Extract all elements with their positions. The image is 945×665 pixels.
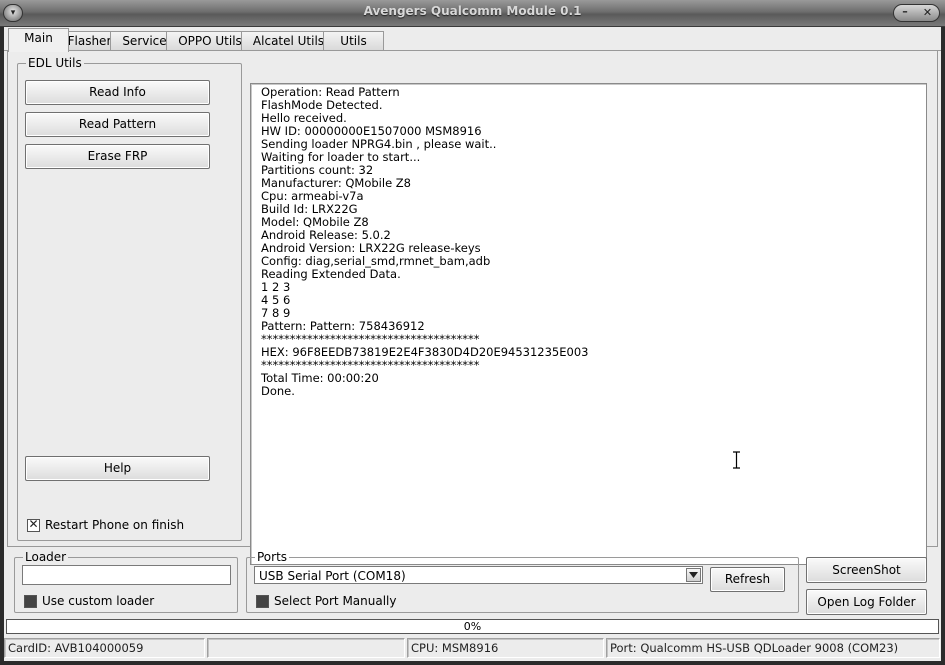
log-output[interactable]: Operation: Read Pattern FlashMode Detecte… — [250, 83, 927, 565]
open-log-folder-button[interactable]: Open Log Folder — [806, 589, 927, 615]
main-tab-panel: EDL Utils Read Info Read Pattern Erase F… — [7, 51, 938, 565]
window-controls: – ✕ — [893, 4, 940, 22]
chevron-down-icon[interactable] — [686, 568, 701, 582]
window-body: Main Flasher Service OPPO Utils Alcatel … — [4, 27, 941, 661]
log-line: Done. — [261, 384, 295, 398]
select-port-manually-checkbox[interactable] — [256, 595, 269, 608]
checkbox-check-icon: ✕ — [28, 517, 39, 531]
window-title: Avengers Qualcomm Module 0.1 — [363, 4, 582, 18]
loader-path-input[interactable] — [22, 565, 231, 585]
screenshot-button[interactable]: ScreenShot — [806, 557, 927, 583]
ports-legend: Ports — [257, 550, 288, 564]
refresh-button[interactable]: Refresh — [710, 567, 785, 592]
port-select-value: USB Serial Port (COM18) — [259, 569, 406, 583]
tab-utils[interactable]: Utils — [323, 31, 384, 51]
title-bar[interactable]: ▾ Avengers Qualcomm Module 0.1 – ✕ — [0, 0, 945, 27]
restart-phone-label[interactable]: Restart Phone on finish — [45, 518, 184, 532]
status-empty-cell — [207, 638, 405, 658]
minimize-icon[interactable]: – — [894, 5, 916, 21]
use-custom-loader-checkbox[interactable] — [24, 595, 37, 608]
read-info-button[interactable]: Read Info — [25, 80, 210, 105]
status-port: Port: Qualcomm HS-USB QDLoader 9008 (COM… — [606, 638, 940, 658]
help-button[interactable]: Help — [25, 456, 210, 481]
loader-legend: Loader — [25, 550, 67, 564]
erase-frp-button[interactable]: Erase FRP — [25, 144, 210, 169]
status-bar: CardID: AVB104000059 CPU: MSM8916 Port: … — [4, 636, 941, 660]
tab-main[interactable]: Main — [8, 28, 69, 52]
restart-phone-checkbox[interactable]: ✕ — [27, 517, 40, 532]
progress-label: 0% — [463, 620, 482, 633]
port-select[interactable]: USB Serial Port (COM18) — [254, 566, 703, 584]
close-icon[interactable]: ✕ — [916, 5, 939, 21]
status-cpu: CPU: MSM8916 — [407, 638, 604, 658]
select-port-manually-label[interactable]: Select Port Manually — [274, 594, 396, 608]
use-custom-loader-label[interactable]: Use custom loader — [42, 594, 154, 608]
status-card-id: CardID: AVB104000059 — [4, 638, 205, 658]
text-cursor-icon — [733, 451, 740, 469]
progress-bar: 0% — [6, 619, 939, 634]
tab-alcatel-utils[interactable]: Alcatel Utils — [241, 31, 336, 51]
read-pattern-button[interactable]: Read Pattern — [25, 112, 210, 137]
edl-utils-legend: EDL Utils — [28, 56, 82, 70]
